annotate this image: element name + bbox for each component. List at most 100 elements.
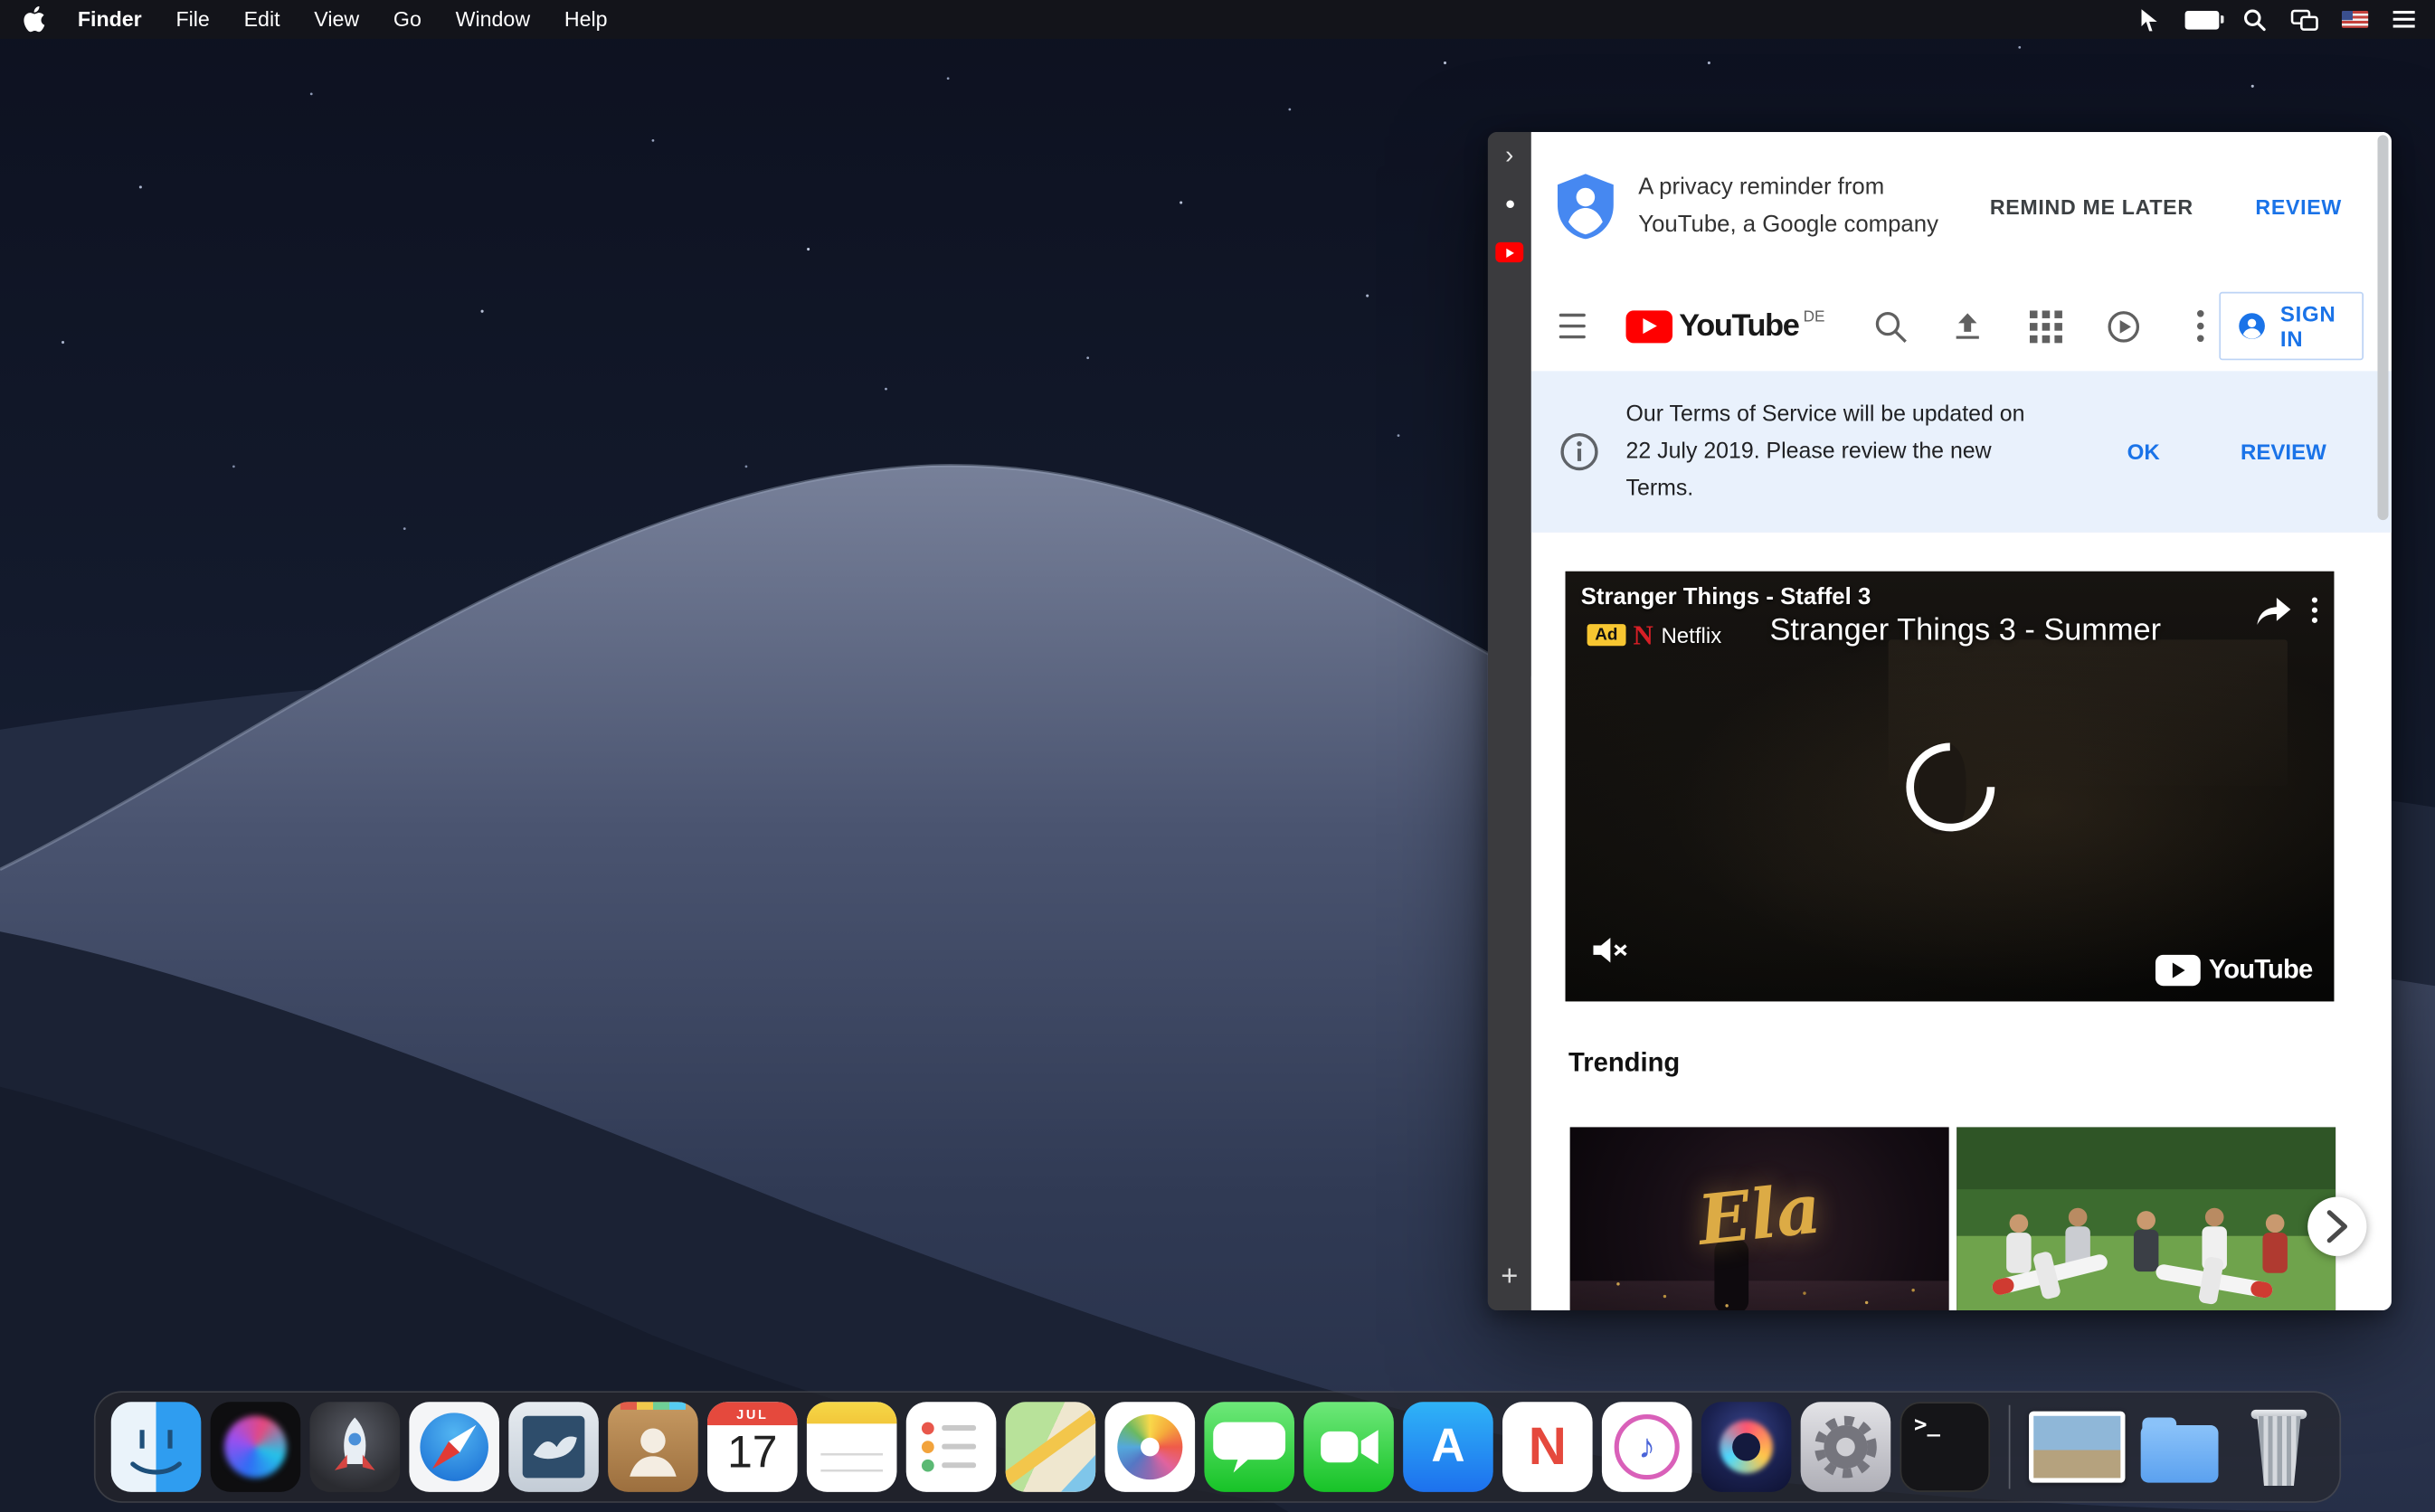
dock-launchpad-icon[interactable] [310,1402,401,1492]
remind-me-later-button[interactable]: REMIND ME LATER [1990,194,2193,218]
add-tab-button[interactable]: + [1488,1262,1531,1292]
app-store-glyph: A [1431,1421,1464,1473]
youtube-header: YouTube DE [1531,281,2392,372]
cursor-status-icon[interactable] [2137,7,2161,32]
ad-badge: Ad [1587,624,1625,646]
privacy-banner-actions: REMIND ME LATER REVIEW [1990,194,2361,218]
youtube-wordmark: YouTube [1679,309,1798,344]
menu-item-finder[interactable]: Finder [61,0,159,39]
dock-siri-icon[interactable] [211,1402,301,1492]
privacy-banner: A privacy reminder from YouTube, a Googl… [1531,132,2392,281]
dock: JUL 17 A [94,1391,2341,1503]
youtube-logo[interactable]: YouTube DE [1626,309,1825,344]
music-note-glyph: ♪ [1638,1427,1655,1468]
terms-actions: OK REVIEW [2127,439,2361,464]
thumbnail-1-title-art: Ela [1694,1170,1824,1262]
thumbnail-1-stage [1570,1280,1949,1310]
netflix-logo-icon: N [1634,621,1653,649]
dock-calendar-icon[interactable]: JUL 17 [707,1402,798,1492]
share-icon[interactable] [2255,596,2292,635]
dock-browser-app-icon[interactable] [1701,1402,1792,1492]
privacy-review-button[interactable]: REVIEW [2255,194,2342,218]
scrollbar-thumb[interactable] [2377,135,2388,520]
panel-content: A privacy reminder from YouTube, a Googl… [1531,132,2392,1310]
mute-icon[interactable] [1590,931,1631,977]
carousel-next-button[interactable] [2307,1197,2366,1256]
dock-system-preferences-icon[interactable] [1801,1402,1891,1492]
browser-panel-window: › + A privacy reminder from YouTube, a G… [1488,132,2392,1310]
dock-notes-icon[interactable] [807,1402,897,1492]
menu-item-file[interactable]: File [159,0,227,39]
rocket-icon [310,1402,401,1492]
dock-mail-icon[interactable] [508,1402,599,1492]
apple-menu[interactable] [0,6,61,33]
terms-notice: Our Terms of Service will be updated on … [1531,371,2392,533]
youtube-tab-icon[interactable] [1495,242,1523,262]
hamburger-menu-icon[interactable] [1559,314,1587,338]
menu-item-view[interactable]: View [297,0,376,39]
display-mirroring-icon[interactable] [2290,8,2318,30]
dock-pictures-icon[interactable] [2029,1412,2125,1483]
player-more-options-icon[interactable] [2311,596,2319,631]
youtube-play-icon [1626,310,1673,343]
notification-center-icon[interactable] [2392,9,2416,29]
dock-itunes-icon[interactable]: ♪ [1602,1402,1692,1492]
dock-trash-icon[interactable] [2234,1402,2325,1492]
video-player[interactable]: Stranger Things - Staffel 3 Ad N Netflix… [1566,572,2335,1002]
dock-messages-icon[interactable] [1204,1402,1294,1492]
input-source-flag-icon[interactable] [2342,11,2368,28]
search-icon[interactable] [1871,307,1909,345]
menu-item-go[interactable]: Go [376,0,439,39]
dock-maps-icon[interactable] [1006,1402,1096,1492]
dock-reminders-icon[interactable] [906,1402,997,1492]
video-thumbnail-2[interactable] [1957,1127,2336,1310]
messages-bubble-icon[interactable] [2105,307,2142,345]
calendar-day-label: 17 [707,1428,798,1479]
dock-photos-icon[interactable] [1105,1402,1196,1492]
expand-panel-button[interactable]: › [1488,145,1531,169]
video-thumbnail-1[interactable]: Ela [1570,1127,1949,1310]
news-glyph: N [1529,1417,1567,1478]
sign-in-button[interactable]: SIGN IN [2220,292,2364,361]
tab-indicator-dot[interactable] [1505,200,1513,208]
chevron-right-icon [2326,1209,2348,1243]
dock-news-icon[interactable]: N [1502,1402,1593,1492]
menu-item-edit[interactable]: Edit [227,0,298,39]
apps-grid-icon[interactable] [2027,307,2064,345]
mail-bird-icon [508,1402,599,1492]
account-avatar-icon [2238,307,2266,345]
player-top-controls [2255,596,2318,635]
trash-body-art [2254,1416,2304,1486]
play-glyph-icon [1503,246,1516,259]
thumbnail-1-lights [1616,1282,1619,1285]
dock-finder-icon[interactable] [111,1402,202,1492]
dock-downloads-folder-icon[interactable] [2135,1402,2225,1492]
terms-ok-button[interactable]: OK [2127,439,2160,464]
dock-facetime-icon[interactable] [1303,1402,1394,1492]
watermark-wordmark: YouTube [2209,955,2313,986]
ad-overlay-title: Stranger Things 3 - Summer [1770,613,2162,648]
reminders-list-icon [906,1402,997,1492]
header-icon-group [1871,307,2220,345]
picture-thumbnail-art [2033,1416,2120,1479]
tab-strip: › + [1488,132,1531,1310]
battery-icon[interactable] [2185,10,2220,29]
ad-info-row: Ad N Netflix [1587,621,1722,649]
dock-safari-icon[interactable] [409,1402,499,1492]
dock-terminal-icon[interactable]: >_ [1900,1402,1991,1492]
terms-review-button[interactable]: REVIEW [2241,439,2326,464]
privacy-banner-message: A privacy reminder from YouTube, a Googl… [1638,169,1946,243]
advertiser-label[interactable]: Netflix [1661,622,1721,647]
menu-bar: Finder File Edit View Go Window Help [0,0,2435,39]
video-title-overlay: Stranger Things - Staffel 3 [1581,584,1871,610]
menu-item-window[interactable]: Window [439,0,547,39]
upload-icon[interactable] [1949,307,1986,345]
spotlight-search-icon[interactable] [2242,7,2267,32]
menu-item-help[interactable]: Help [547,0,624,39]
dock-contacts-icon[interactable] [608,1402,698,1492]
apple-logo-icon [22,6,45,33]
finder-face-icon [111,1402,202,1492]
speech-bubble-icon [1204,1402,1294,1492]
dock-app-store-icon[interactable]: A [1403,1402,1493,1492]
more-options-icon[interactable] [2182,307,2219,345]
